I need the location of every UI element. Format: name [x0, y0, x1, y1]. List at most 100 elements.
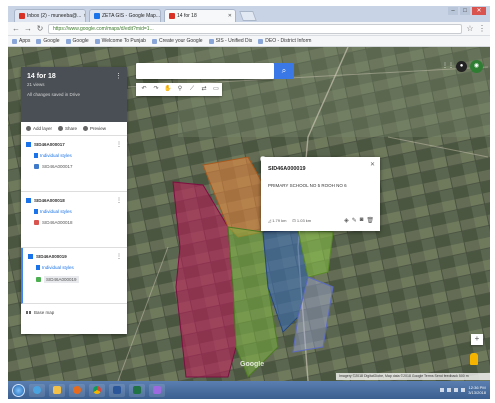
google-icon: [36, 38, 42, 44]
delete-icon[interactable]: 🗑: [366, 217, 374, 224]
gmail-favicon-icon: [19, 13, 25, 19]
bookmark-welcome-punjab[interactable]: Welcome To Punjab: [94, 38, 146, 44]
search-button[interactable]: ⌕: [274, 63, 294, 79]
preview-eye-icon: [83, 126, 89, 131]
forward-arrow-icon[interactable]: →: [24, 24, 32, 33]
paint-roller-icon: [34, 153, 38, 158]
browser-tab-inbox[interactable]: Inbox (2) - muneeba@... ✕: [14, 9, 86, 22]
close-icon[interactable]: ✕: [370, 161, 375, 168]
marker-icon[interactable]: ⚲: [175, 85, 185, 94]
add-layer-button[interactable]: Add layer: [26, 126, 52, 131]
layer-style-link[interactable]: Individual styles: [34, 209, 122, 214]
polygon-swatch-icon: [34, 164, 39, 169]
start-button[interactable]: [12, 383, 25, 397]
layer-menu-icon[interactable]: ⋮: [116, 253, 122, 260]
camera-icon[interactable]: ◙: [360, 217, 364, 224]
undo-icon[interactable]: ↶: [139, 85, 149, 94]
network-icon[interactable]: [447, 388, 452, 392]
redo-icon[interactable]: ↷: [151, 85, 161, 94]
taskbar-excel[interactable]: [129, 383, 145, 397]
more-options-icon[interactable]: ⋮: [115, 72, 122, 80]
bookmark-google-1[interactable]: Google: [36, 38, 60, 44]
browser-tab-zeta-gis[interactable]: ZETA GIS - Google Map... ✕: [89, 9, 161, 22]
polygon-swatch-icon: [36, 277, 41, 282]
tab-label: Inbox (2) - muneeba@...: [27, 13, 82, 19]
paint-roller-icon: [34, 209, 38, 214]
layer-name[interactable]: SID46A000019: [36, 254, 67, 259]
apps-grid-icon[interactable]: ⋮⋮: [442, 61, 454, 72]
new-tab-button[interactable]: [239, 11, 257, 21]
tray-arrow-icon[interactable]: [440, 388, 445, 392]
satellite-map[interactable]: 14 for 18 21 views All changes saved in …: [8, 47, 490, 381]
google-icon: [151, 38, 157, 44]
style-bucket-icon[interactable]: ◈: [344, 217, 349, 224]
notifications-icon[interactable]: ●: [456, 61, 467, 72]
taskbar-word[interactable]: [109, 383, 125, 397]
close-window-button[interactable]: ✕: [472, 7, 486, 15]
hand-pan-icon[interactable]: ✋: [163, 85, 173, 94]
taskbar-chrome[interactable]: [89, 383, 105, 397]
page-icon: [208, 38, 214, 44]
base-map-toggle[interactable]: Base map: [21, 304, 127, 321]
maximize-button[interactable]: □: [460, 7, 470, 15]
url-field[interactable]: https://www.google.com/maps/d/edit?mid=1…: [48, 23, 462, 34]
panel-header: 14 for 18 21 views All changes saved in …: [21, 67, 127, 122]
bookmark-google-2[interactable]: Google: [65, 38, 89, 44]
system-clock[interactable]: 12:36 PM 3/13/2018: [468, 385, 486, 395]
layer-style-link[interactable]: Individual styles: [36, 265, 122, 270]
layer-feature[interactable]: SID46A000017: [34, 164, 122, 169]
taskbar-paint[interactable]: [149, 383, 165, 397]
layer-name[interactable]: SID46A000018: [34, 198, 65, 203]
add-layer-icon: [26, 126, 31, 131]
feature-info-popup: SID46A000019 ✕ PRIMARY SCHOOL NO 5 ROOH …: [261, 157, 380, 231]
close-tab-icon[interactable]: ✕: [228, 10, 232, 22]
back-arrow-icon[interactable]: ←: [12, 24, 20, 33]
map-attribution: Imagery ©2018 DigitalGlobe, Map data ©20…: [336, 373, 490, 380]
browser-tab-bar: Inbox (2) - muneeba@... ✕ ZETA GIS - Goo…: [8, 6, 490, 22]
bookmark-apps[interactable]: Apps: [12, 38, 30, 44]
bookmark-deo[interactable]: DEO - District Inform: [258, 38, 311, 44]
excel-icon: [133, 386, 141, 394]
taskbar-media[interactable]: [69, 383, 85, 397]
draw-line-icon[interactable]: ⟋: [187, 85, 197, 94]
volume-icon[interactable]: [454, 388, 459, 392]
zoom-in-button[interactable]: +: [471, 334, 483, 345]
panel-actions: Add layer Share Preview: [21, 122, 127, 136]
popup-footer: ◿ 1.79 km ⊡ 1.03 km ◈ ✎ ◙ 🗑: [268, 217, 374, 224]
system-tray: 12:36 PM 3/13/2018: [440, 385, 490, 395]
layer-checkbox[interactable]: [26, 198, 31, 203]
taskbar-ie[interactable]: [29, 383, 45, 397]
avatar[interactable]: ◉: [470, 60, 483, 73]
ruler-icon[interactable]: ▭: [211, 85, 221, 94]
close-tab-icon[interactable]: ✕: [83, 10, 85, 22]
layer-style-link[interactable]: Individual styles: [34, 153, 122, 158]
layer-checkbox[interactable]: [26, 142, 31, 147]
star-icon[interactable]: ☆: [466, 24, 474, 33]
popup-description: PRIMARY SCHOOL NO 5 ROOH NO 6: [268, 183, 347, 188]
menu-dots-icon[interactable]: ⋮: [478, 24, 486, 33]
layer-name[interactable]: SID46A000017: [34, 142, 65, 147]
layer-menu-icon[interactable]: ⋮: [116, 141, 122, 148]
windows-taskbar: 12:36 PM 3/13/2018: [8, 381, 490, 399]
browser-tab-active[interactable]: 14 for 18 ✕: [164, 9, 236, 22]
taskbar-explorer[interactable]: [49, 383, 65, 397]
polygon-swatch-icon: [34, 220, 39, 225]
battery-icon[interactable]: [461, 388, 466, 392]
preview-button[interactable]: Preview: [83, 126, 106, 131]
reload-icon[interactable]: ↻: [36, 24, 44, 33]
map-title[interactable]: 14 for 18: [27, 73, 121, 80]
chevron-down-icon: [26, 311, 31, 314]
share-button[interactable]: Share: [58, 126, 77, 131]
layer-feature[interactable]: SID46A000018: [34, 220, 122, 225]
minimize-button[interactable]: –: [448, 7, 458, 15]
directions-icon[interactable]: ⇄: [199, 85, 209, 94]
search-input[interactable]: [136, 63, 274, 79]
layer-feature-selected[interactable]: SID46A000019: [36, 276, 122, 283]
edit-pencil-icon[interactable]: ✎: [352, 217, 357, 224]
street-view-pegman-icon[interactable]: [470, 353, 478, 365]
layer-menu-icon[interactable]: ⋮: [116, 197, 122, 204]
bookmark-sis[interactable]: SIS - Unified Dis: [208, 38, 252, 44]
bookmark-create-google[interactable]: Create your Google: [151, 38, 203, 44]
bookmarks-bar: Apps Google Google Welcome To Punjab Cre…: [8, 36, 490, 47]
layer-checkbox[interactable]: [28, 254, 33, 259]
